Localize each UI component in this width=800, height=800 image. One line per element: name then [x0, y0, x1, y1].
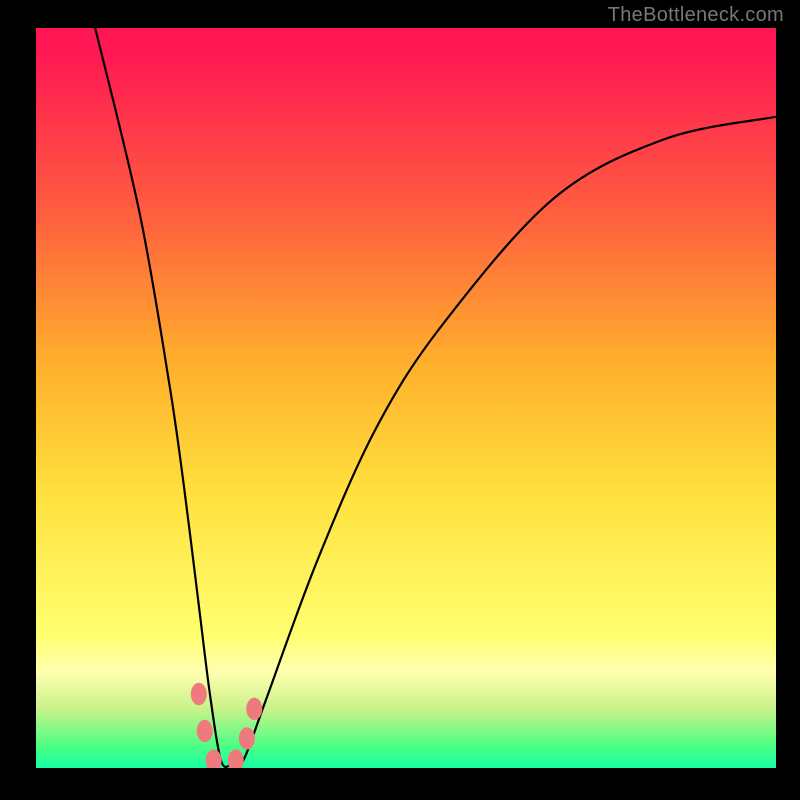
curve-marker	[191, 683, 207, 705]
curve-markers	[191, 683, 262, 768]
bottleneck-curve	[36, 28, 776, 768]
curve-marker	[246, 698, 262, 720]
watermark: TheBottleneck.com	[608, 4, 784, 27]
curve-marker	[197, 720, 213, 742]
plot-area	[36, 28, 776, 768]
curve-marker	[228, 749, 244, 768]
curve-path	[95, 28, 776, 767]
curve-marker	[239, 727, 255, 749]
